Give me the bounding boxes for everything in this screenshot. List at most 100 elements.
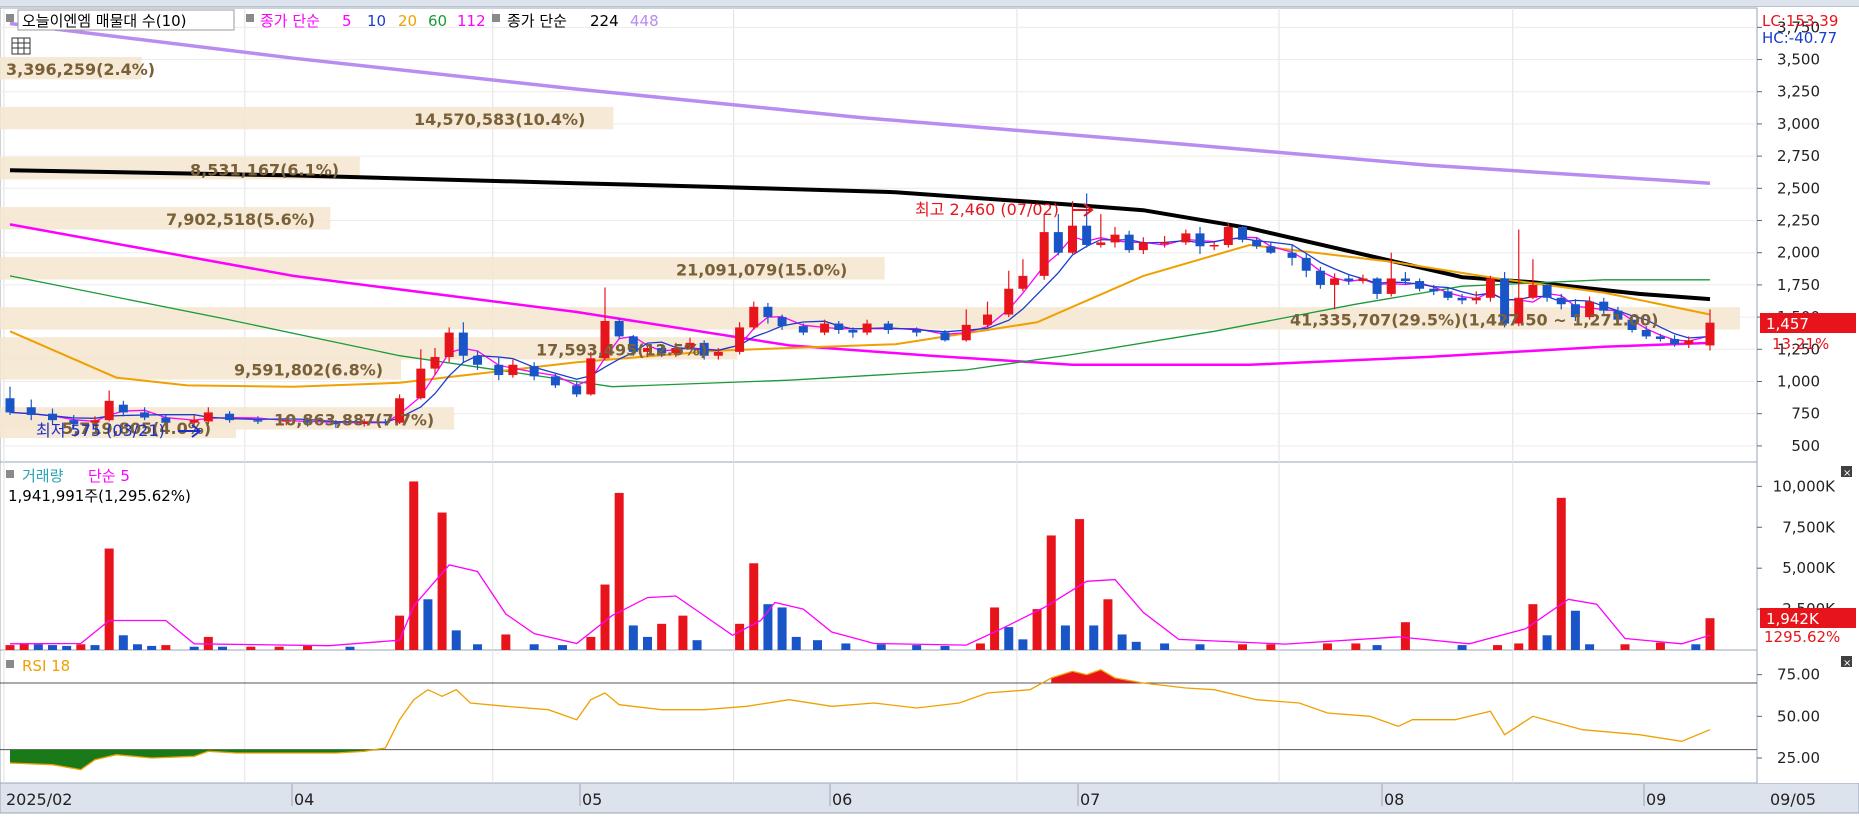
candle-body xyxy=(1372,278,1382,294)
volume-bar xyxy=(1705,618,1715,650)
stock-chart[interactable]: 3,396,259(2.4%) 14,570,583(10.4%) 8,531,16… xyxy=(0,0,1859,817)
ma2-legend-label[interactable]: 종가 단순 xyxy=(507,12,567,30)
volume-bar xyxy=(912,645,922,650)
candle-body xyxy=(940,332,950,341)
candle-body xyxy=(444,332,454,358)
candle-body xyxy=(1542,284,1552,298)
candle-body xyxy=(834,323,844,330)
volume-bar xyxy=(614,492,624,650)
candle-body xyxy=(473,355,482,365)
volume-profile-label: 9,591,802(6.8%) xyxy=(234,360,383,379)
candle-body xyxy=(1344,278,1354,282)
volume-bar xyxy=(1655,642,1665,650)
legend-marker-icon xyxy=(492,14,500,22)
candle-body xyxy=(253,420,263,422)
x-tick-label: 09/05 xyxy=(1770,790,1816,809)
price-tick-label: 2,000 xyxy=(1777,244,1820,262)
legend-marker-icon xyxy=(6,470,14,478)
candle-body xyxy=(1053,232,1063,253)
candle-body xyxy=(586,358,596,395)
volume-bar xyxy=(1046,535,1056,650)
volume-bar xyxy=(1691,644,1701,650)
volume-panel-frame xyxy=(0,461,1758,651)
candle-body xyxy=(1330,278,1340,285)
volume-bar xyxy=(423,599,433,650)
volume-info: 1,941,991주(1,295.62%) xyxy=(8,487,191,505)
volume-tick-label: 10,000K xyxy=(1773,477,1836,495)
candle-body xyxy=(1195,233,1205,247)
candle-body xyxy=(1655,336,1665,340)
candle-body xyxy=(1485,278,1495,298)
candle-body xyxy=(1415,281,1425,289)
volume-bar xyxy=(643,636,652,650)
table-grid-icon[interactable] xyxy=(11,37,31,55)
candle-body xyxy=(820,323,830,333)
volume-bar xyxy=(1528,604,1538,650)
volume-bar xyxy=(409,481,419,650)
candle-body xyxy=(1082,225,1092,245)
volume-bar xyxy=(749,563,759,650)
candle-body xyxy=(1287,252,1297,258)
candle-body xyxy=(798,326,808,333)
ma60-legend[interactable]: 60 xyxy=(428,12,447,30)
legend-marker-icon xyxy=(6,14,14,22)
volume-bar xyxy=(1160,643,1170,650)
candle-body xyxy=(1018,275,1028,289)
volume-bar xyxy=(5,645,15,650)
price-panel-frame xyxy=(0,7,1758,463)
volume-bar xyxy=(841,643,851,650)
volume-bar xyxy=(274,646,284,650)
volume-bar xyxy=(118,635,128,650)
ma-legend-label[interactable]: 종가 단순 xyxy=(260,12,320,30)
candle-body xyxy=(763,306,773,318)
last-volume-pct: 1295.62% xyxy=(1764,628,1840,646)
x-tick-label: 2025/02 xyxy=(6,790,72,809)
candle-body xyxy=(1705,322,1715,346)
x-tick-label: 05 xyxy=(582,790,602,809)
ma448-legend[interactable]: 448 xyxy=(630,12,659,30)
volume-bar xyxy=(48,645,57,650)
volume-bar xyxy=(90,645,100,650)
candle-body xyxy=(550,376,560,386)
candle-body xyxy=(1252,239,1262,247)
low-annotation: 최저 575 (03/21) xyxy=(36,421,165,440)
volume-ma-legend[interactable]: 단순 5 xyxy=(88,467,130,485)
ma224-legend[interactable]: 224 xyxy=(590,12,619,30)
candle-body xyxy=(5,398,15,413)
volume-tick-label: 7,500K xyxy=(1782,518,1836,536)
candle-body xyxy=(1429,288,1439,292)
volume-bar xyxy=(62,645,72,650)
candle-body xyxy=(529,366,539,377)
volume-title[interactable]: 거래량 xyxy=(22,467,64,485)
candle-body xyxy=(883,323,893,330)
last-price: 1,457 xyxy=(1766,315,1809,333)
price-title: 오늘이엔엠 매물대 수(10) xyxy=(22,12,187,30)
rsi-title[interactable]: RSI 18 xyxy=(22,657,70,675)
volume-bar xyxy=(529,644,539,650)
volume-bar xyxy=(1556,497,1566,650)
candle-body xyxy=(1301,257,1311,271)
ma10-legend[interactable]: 10 xyxy=(367,12,386,30)
price-tick-label: 2,500 xyxy=(1777,179,1820,197)
candle-body xyxy=(1443,291,1453,298)
ma20-legend[interactable]: 20 xyxy=(398,12,417,30)
candle-body xyxy=(494,364,504,376)
volume-bar xyxy=(990,607,1000,650)
legend-marker-icon xyxy=(6,660,14,668)
last-volume: 1,942K xyxy=(1766,610,1820,628)
rsi-tick-label: 75.00 xyxy=(1777,666,1820,684)
volume-bar xyxy=(246,646,256,650)
volume-bar xyxy=(657,623,667,650)
ma5-legend[interactable]: 5 xyxy=(342,12,352,30)
candle-body xyxy=(416,368,426,399)
candle-body xyxy=(848,329,858,333)
volume-bar xyxy=(1372,645,1382,650)
x-axis-bar xyxy=(0,782,1859,814)
candle-body xyxy=(1266,246,1276,253)
hc-value: HC:-40.77 xyxy=(1762,29,1837,47)
candle-body xyxy=(1238,226,1247,240)
ma112-legend[interactable]: 112 xyxy=(457,12,486,30)
volume-bar xyxy=(777,607,787,650)
volume-bar xyxy=(501,634,511,650)
volume-bar xyxy=(1570,610,1580,650)
